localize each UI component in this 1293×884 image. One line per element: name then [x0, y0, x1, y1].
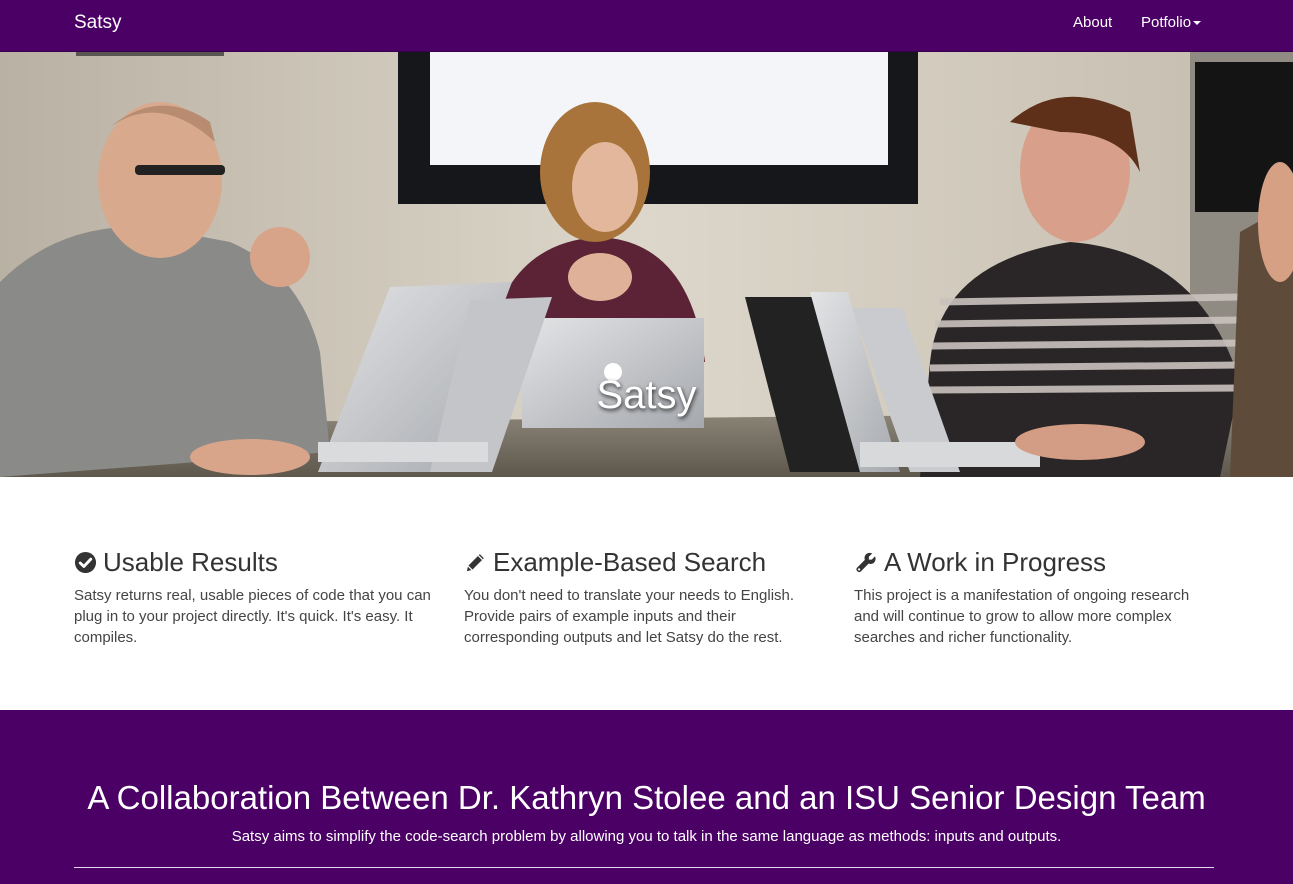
wrench-icon	[856, 552, 876, 573]
nav-portfolio-label: Potfolio	[1141, 14, 1192, 31]
top-navbar: Satsy About Potfolio	[0, 0, 1293, 52]
feature-title: Usable Results	[103, 547, 278, 577]
feature-title: Example-Based Search	[493, 547, 767, 577]
feature-usable-results: Usable Results Satsy returns real, usabl…	[74, 545, 434, 648]
feature-heading: Usable Results	[74, 545, 434, 579]
collab-title: A Collaboration Between Dr. Kathryn Stol…	[87, 779, 1206, 816]
nav-about-link[interactable]: About	[1073, 14, 1112, 32]
collaboration-section: A Collaboration Between Dr. Kathryn Stol…	[0, 710, 1293, 884]
collab-subtitle: Satsy aims to simplify the code-search p…	[231, 828, 1062, 845]
divider	[74, 867, 1214, 868]
feature-heading: A Work in Progress	[854, 545, 1214, 579]
feature-text: This project is a manifestation of ongoi…	[854, 587, 1190, 646]
feature-text: You don't need to translate your needs t…	[464, 587, 795, 646]
hero-banner: Satsy	[0, 52, 1293, 477]
hero-title: Satsy	[596, 373, 697, 417]
feature-example-based-search: Example-Based Search You don't need to t…	[464, 545, 824, 648]
nav-portfolio-dropdown[interactable]: Potfolio	[1141, 14, 1202, 32]
caret-down-icon	[1193, 21, 1202, 25]
feature-heading: Example-Based Search	[464, 545, 824, 579]
feature-text: Satsy returns real, usable pieces of cod…	[74, 587, 431, 646]
feature-work-in-progress: A Work in Progress This project is a man…	[854, 545, 1214, 648]
pencil-icon	[466, 554, 484, 572]
brand-link[interactable]: Satsy	[74, 12, 122, 34]
feature-title: A Work in Progress	[884, 547, 1107, 577]
check-circle-icon	[74, 551, 97, 574]
